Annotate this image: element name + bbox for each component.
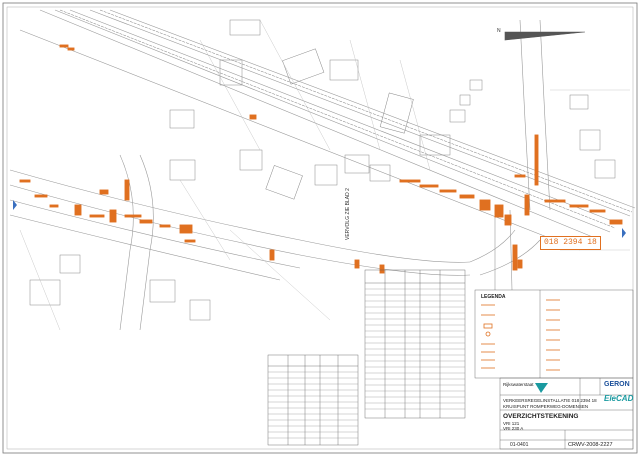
drawing-title: OVERZICHTSTEKENING [503, 413, 579, 420]
sheet-number: 01-0401 [510, 442, 529, 448]
blue-markers [13, 200, 626, 238]
table-left [267, 354, 359, 446]
parcel-lines [19, 19, 630, 331]
signal-code-box: 018 2394 18 [540, 236, 601, 250]
drawing-detail-2: VRI 230 A [503, 426, 524, 431]
crossing-road [9, 154, 541, 331]
north-arrow-label: N [497, 28, 501, 34]
match-line-label: VERVOLG ZIE BLAD 2 [345, 188, 351, 240]
legend-title: LEGENDA [481, 294, 506, 300]
table-left-rows [268, 371, 358, 439]
legend-box [474, 289, 634, 379]
legend-symbols [481, 299, 560, 371]
table-center-rows [365, 288, 465, 410]
drawing-number: CRWV-2008-2227 [568, 442, 613, 448]
site-plan-drawing [2, 2, 638, 454]
project-main: VERKEERSREGELINSTALLATIE 018 2394 18 [503, 398, 597, 403]
north-arrow [504, 31, 586, 41]
signal-equipment [19, 44, 623, 274]
drawing-sheet: N VERVOLG ZIE BLAD 2 018 2394 18 LEGENDA… [0, 0, 640, 456]
geron-logo: GERON [604, 381, 630, 388]
buildings [29, 19, 616, 321]
brand-left: Rijkswaterstaat [503, 382, 534, 387]
project-sub: KRUISPUNT ROMPERWEG-DOMENSEN [503, 404, 589, 409]
table-center [364, 269, 466, 419]
elecad-logo: EleCAD [604, 394, 634, 403]
title-logo-mark [535, 383, 548, 393]
